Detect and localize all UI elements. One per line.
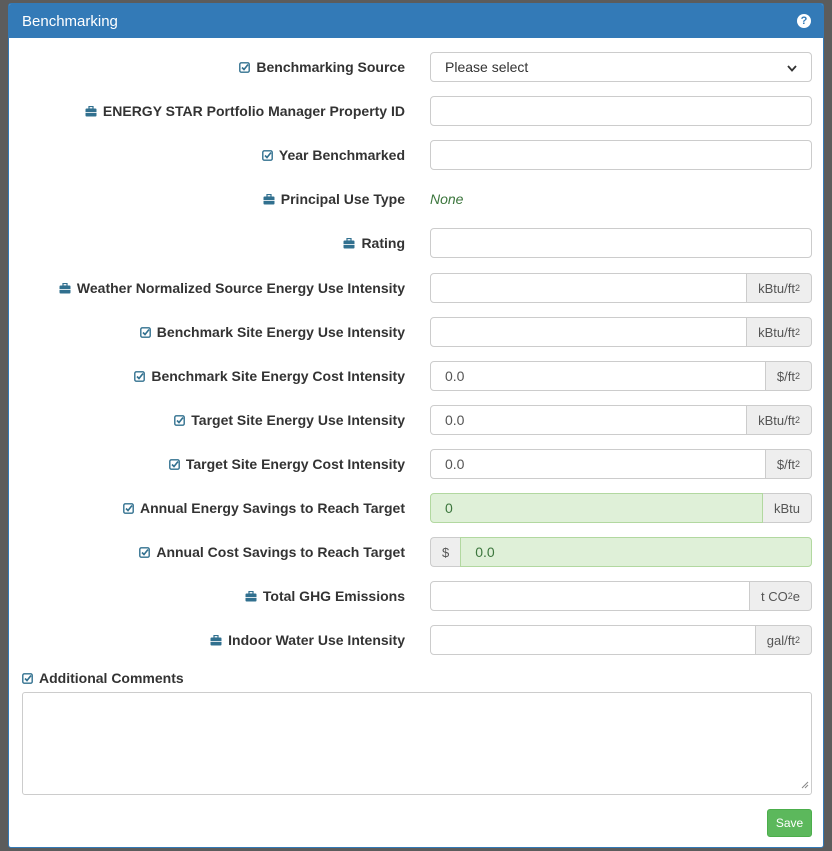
benchmarking-source-select[interactable]: Please select (430, 52, 812, 82)
field-input[interactable] (430, 140, 812, 170)
checkbox-icon (139, 326, 151, 338)
field-control: 0 kBtu (430, 493, 812, 523)
unit-addon: kBtu/ft 2 (747, 317, 812, 347)
help-icon[interactable]: ? (797, 14, 811, 28)
field-row: Total GHG Emissions t CO 2 e (9, 581, 823, 611)
field-row: Indoor Water Use Intensity gal/ft 2 (9, 625, 823, 655)
unit-addon: kBtu (762, 493, 812, 523)
field-label: ENERGY STAR Portfolio Manager Property I… (85, 96, 405, 126)
field-input[interactable]: 0 (430, 493, 763, 523)
field-label: Total GHG Emissions (245, 581, 405, 611)
checkbox-icon (239, 61, 251, 73)
benchmarking-panel: Benchmarking ? Benchmarking Source Please… (8, 3, 824, 848)
field-control: gal/ft 2 (430, 625, 812, 655)
field-label: Year Benchmarked (262, 140, 405, 170)
checkbox-icon (134, 370, 146, 382)
field-label: Rating (343, 228, 405, 258)
briefcase-icon (263, 193, 275, 205)
panel-title: Benchmarking (22, 12, 118, 30)
field-label: Annual Cost Savings to Reach Target (139, 537, 405, 567)
principal-use-type-value: None (430, 191, 464, 207)
field-control: Please select (430, 52, 812, 82)
checkbox-icon (22, 672, 33, 684)
additional-comments-label: Additional Comments (22, 670, 184, 686)
additional-comments-textarea[interactable] (22, 692, 812, 795)
field-row: Weather Normalized Source Energy Use Int… (9, 273, 823, 303)
field-input[interactable] (430, 317, 748, 347)
field-input[interactable] (430, 228, 812, 258)
unit-addon: $/ft 2 (765, 449, 812, 479)
field-input[interactable] (430, 96, 812, 126)
field-label: Principal Use Type (263, 184, 405, 214)
panel-heading: Benchmarking ? (9, 4, 823, 38)
briefcase-icon (85, 105, 97, 117)
checkbox-icon (262, 149, 273, 161)
chevron-down-icon (787, 59, 797, 75)
checkbox-icon (168, 458, 180, 470)
field-label: Weather Normalized Source Energy Use Int… (59, 273, 405, 303)
field-label: Benchmarking Source (239, 52, 405, 82)
resize-handle-icon[interactable] (801, 776, 809, 792)
checkbox-icon (123, 502, 134, 514)
field-row: Annual Cost Savings to Reach Target $0.0 (9, 537, 823, 567)
field-control: 0.0 kBtu/ft 2 (430, 405, 812, 435)
field-control: $0.0 (430, 537, 812, 567)
field-row: ENERGY STAR Portfolio Manager Property I… (9, 96, 823, 126)
field-label: Target Site Energy Cost Intensity (168, 449, 405, 479)
briefcase-icon (59, 282, 71, 294)
field-control (430, 228, 812, 258)
field-row: Rating (9, 228, 823, 258)
field-row: Benchmark Site Energy Use Intensity kBtu/… (9, 317, 823, 347)
checkbox-icon (174, 414, 186, 426)
field-control (430, 140, 812, 170)
field-control: t CO 2 e (430, 581, 812, 611)
save-button[interactable]: Save (767, 809, 812, 837)
briefcase-icon (245, 590, 257, 602)
briefcase-icon (343, 237, 355, 249)
unit-addon: kBtu/ft 2 (747, 405, 812, 435)
field-input[interactable] (430, 581, 751, 611)
unit-addon: t CO 2 e (750, 581, 812, 611)
field-control (430, 96, 812, 126)
field-input[interactable] (430, 273, 748, 303)
field-row: Benchmarking Source Please select (9, 52, 823, 82)
field-input[interactable] (430, 625, 756, 655)
unit-addon: kBtu/ft 2 (747, 273, 812, 303)
field-row: Year Benchmarked (9, 140, 823, 170)
briefcase-icon (210, 634, 222, 646)
field-label: Annual Energy Savings to Reach Target (123, 493, 405, 523)
field-input[interactable]: 0.0 (460, 537, 812, 567)
field-control: 0.0 $/ft 2 (430, 449, 812, 479)
field-control: 0.0 $/ft 2 (430, 361, 812, 391)
field-label: Benchmark Site Energy Use Intensity (139, 317, 405, 347)
field-row: Principal Use Type None (9, 184, 823, 214)
field-row: Annual Energy Savings to Reach Target 0 kB… (9, 493, 823, 523)
field-label: Target Site Energy Use Intensity (174, 405, 405, 435)
field-input[interactable]: 0.0 (430, 449, 766, 479)
currency-addon: $ (430, 537, 461, 567)
field-control: kBtu/ft 2 (430, 273, 812, 303)
field-input[interactable]: 0.0 (430, 361, 766, 391)
field-label: Indoor Water Use Intensity (210, 625, 405, 655)
field-row: Benchmark Site Energy Cost Intensity 0.0 $… (9, 361, 823, 391)
field-row: Target Site Energy Use Intensity 0.0 kBtu/… (9, 405, 823, 435)
unit-addon: gal/ft 2 (755, 625, 812, 655)
field-row: Target Site Energy Cost Intensity 0.0 $/ft… (9, 449, 823, 479)
field-input[interactable]: 0.0 (430, 405, 748, 435)
field-label: Benchmark Site Energy Cost Intensity (134, 361, 405, 391)
field-control: None (430, 184, 812, 214)
unit-addon: $/ft 2 (765, 361, 812, 391)
checkbox-icon (139, 546, 151, 558)
field-control: kBtu/ft 2 (430, 317, 812, 347)
